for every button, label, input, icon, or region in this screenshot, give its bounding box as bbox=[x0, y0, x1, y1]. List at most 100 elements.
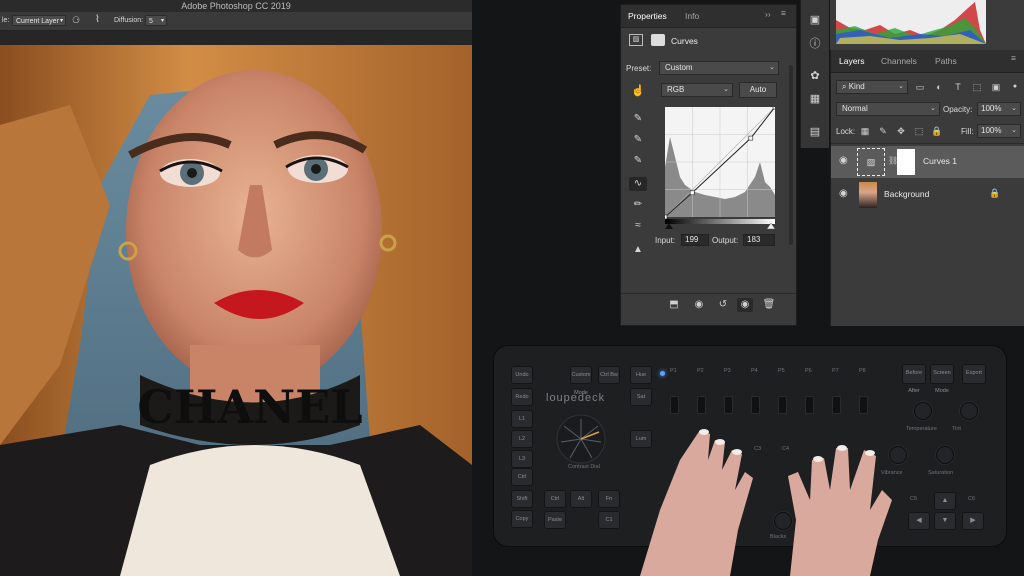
sample-layer-select[interactable]: Current Layer ▾ bbox=[12, 15, 66, 26]
curve-control-point[interactable] bbox=[748, 135, 754, 141]
tab-properties[interactable]: Properties bbox=[628, 11, 667, 21]
brush-settings-icon[interactable]: ⌇ bbox=[95, 14, 100, 25]
curve-control-point[interactable] bbox=[689, 190, 695, 196]
visibility-eye-icon[interactable]: ◉ bbox=[839, 188, 848, 199]
curves-graph[interactable] bbox=[665, 107, 775, 229]
layer-mask-thumbnail[interactable] bbox=[897, 149, 915, 175]
view-previous-state-icon[interactable]: ◉ bbox=[691, 298, 707, 312]
artboard-icon[interactable]: ⬚ bbox=[913, 125, 925, 137]
visibility-icon[interactable]: ◉ bbox=[737, 298, 753, 312]
key-l1[interactable]: L1 bbox=[511, 410, 533, 428]
key-copy[interactable]: Copy bbox=[511, 510, 533, 528]
filter-toggle-icon[interactable]: ● bbox=[1009, 81, 1021, 93]
key-undo[interactable]: Undo bbox=[511, 366, 533, 384]
smart-object-filter-icon[interactable]: ▣ bbox=[990, 81, 1002, 93]
auto-button[interactable]: Auto bbox=[739, 82, 777, 98]
contrast-dial[interactable] bbox=[556, 414, 606, 464]
color-panel-icon[interactable]: ✿ bbox=[807, 68, 823, 84]
preset-dropdown[interactable]: Custom ⌄ bbox=[659, 61, 779, 75]
smooth-curve-icon[interactable]: ≈ bbox=[629, 219, 647, 233]
gray-eyedropper-icon[interactable]: ✎ bbox=[629, 133, 647, 147]
tab-info[interactable]: Info bbox=[685, 11, 699, 21]
lock-all-icon[interactable]: 🔒 bbox=[931, 125, 943, 137]
pixel-filter-icon[interactable]: ▭ bbox=[914, 81, 926, 93]
lock-label: Lock: bbox=[836, 127, 856, 136]
lock-position-icon[interactable]: ✥ bbox=[895, 125, 907, 137]
visibility-eye-icon[interactable]: ◉ bbox=[839, 155, 848, 166]
key-c1[interactable]: C1 bbox=[598, 511, 620, 529]
photo-canvas[interactable]: CHANEL bbox=[0, 45, 472, 576]
clipping-warning-icon[interactable]: ▲ bbox=[629, 243, 647, 257]
dial-temperature[interactable] bbox=[914, 402, 932, 420]
opacity-field[interactable]: 100% ⌄ bbox=[977, 102, 1021, 116]
key-export[interactable]: Export bbox=[962, 364, 986, 384]
curve-control-point[interactable] bbox=[665, 214, 668, 220]
key-custom-mode[interactable]: Custom Mode bbox=[570, 366, 592, 396]
properties-panel-icon[interactable]: ▣ bbox=[807, 12, 823, 28]
key-ctrl[interactable]: Ctrl bbox=[511, 468, 533, 486]
panel-menu-icon[interactable]: ≡ bbox=[781, 8, 786, 18]
lock-transparent-icon[interactable]: ▦ bbox=[859, 125, 871, 137]
reset-icon[interactable]: ↺ bbox=[715, 298, 731, 312]
black-eyedropper-icon[interactable]: ✎ bbox=[629, 112, 647, 126]
key-fn[interactable]: Fn bbox=[598, 490, 620, 508]
fader-p8[interactable] bbox=[859, 396, 868, 414]
arrow-right-icon[interactable]: ▶ bbox=[962, 512, 984, 530]
layer-row[interactable]: ◉ Background 🔒 bbox=[831, 179, 1024, 211]
key-l2[interactable]: L2 bbox=[511, 430, 533, 448]
blend-mode-dropdown[interactable]: Normal ⌄ bbox=[836, 102, 940, 116]
adjustment-filter-icon[interactable]: ◐ bbox=[933, 81, 945, 93]
key-alt[interactable]: Alt bbox=[570, 490, 592, 508]
type-filter-icon[interactable]: T bbox=[952, 81, 964, 93]
delete-icon[interactable]: 🗑 bbox=[761, 298, 777, 312]
key-redo[interactable]: Redo bbox=[511, 388, 533, 406]
filter-kind-dropdown[interactable]: ⌕ Kind ⌄ bbox=[836, 80, 908, 94]
scrollbar[interactable] bbox=[789, 65, 793, 245]
collapse-icon[interactable]: ›› bbox=[765, 9, 771, 19]
pencil-draw-icon[interactable]: ✏ bbox=[629, 198, 647, 212]
swatches-panel-icon[interactable]: ▦ bbox=[807, 91, 823, 107]
diffusion-select[interactable]: 5 ▾ bbox=[145, 15, 167, 26]
key-hue[interactable]: Hue bbox=[630, 366, 652, 384]
fader-p4[interactable] bbox=[751, 396, 760, 414]
tab-channels[interactable]: Channels bbox=[881, 56, 917, 66]
fill-field[interactable]: 100% ⌄ bbox=[977, 124, 1021, 138]
tab-paths[interactable]: Paths bbox=[935, 56, 957, 66]
key-shift[interactable]: Shift bbox=[511, 490, 533, 508]
key-sat[interactable]: Sat bbox=[630, 388, 652, 406]
fader-p1[interactable] bbox=[670, 396, 679, 414]
fader-p3[interactable] bbox=[724, 396, 733, 414]
dial-tint[interactable] bbox=[960, 402, 978, 420]
curve-points-tool-icon[interactable]: ∿ bbox=[629, 177, 647, 191]
key-l3[interactable]: L3 bbox=[511, 450, 533, 468]
channel-dropdown[interactable]: RGB ⌄ bbox=[661, 83, 733, 97]
key-screen-mode[interactable]: Screen Mode bbox=[930, 364, 954, 394]
key-before-after[interactable]: Before After bbox=[902, 364, 926, 394]
layer-mask-icon[interactable] bbox=[651, 34, 665, 46]
tab-layers[interactable]: Layers bbox=[839, 56, 865, 66]
arrow-up-icon[interactable]: ▲ bbox=[934, 492, 956, 510]
key-ctrl-bw[interactable]: Ctrl Bw bbox=[598, 366, 620, 384]
white-eyedropper-icon[interactable]: ✎ bbox=[629, 154, 647, 168]
panel-menu-icon[interactable]: ≡ bbox=[1011, 53, 1016, 63]
key-paste[interactable]: Paste bbox=[544, 511, 566, 529]
arrow-down-icon[interactable]: ▼ bbox=[934, 512, 956, 530]
info-panel-icon[interactable]: ⓘ bbox=[807, 36, 823, 52]
fader-p7[interactable] bbox=[832, 396, 841, 414]
layer-row[interactable]: ◉ ▨ ⛓ Curves 1 bbox=[831, 146, 1024, 178]
f-key-label: P4 bbox=[751, 368, 758, 374]
targeted-adjustment-icon[interactable]: ☝ bbox=[631, 84, 645, 97]
fader-p2[interactable] bbox=[697, 396, 706, 414]
curve-control-point[interactable] bbox=[772, 107, 775, 110]
fader-p5[interactable] bbox=[778, 396, 787, 414]
shape-filter-icon[interactable]: ⬚ bbox=[971, 81, 983, 93]
libraries-panel-icon[interactable]: ▤ bbox=[807, 124, 823, 140]
layers-sample-icon[interactable]: ⚆ bbox=[72, 15, 80, 26]
key-ctrl[interactable]: Ctrl bbox=[544, 490, 566, 508]
clip-to-layer-icon[interactable]: ⬒ bbox=[666, 298, 682, 312]
dial-saturation[interactable] bbox=[936, 446, 954, 464]
input-field[interactable]: 199 bbox=[681, 234, 709, 246]
lock-pixels-icon[interactable]: ✎ bbox=[877, 125, 889, 137]
output-field[interactable]: 183 bbox=[743, 234, 775, 246]
fader-p6[interactable] bbox=[805, 396, 814, 414]
